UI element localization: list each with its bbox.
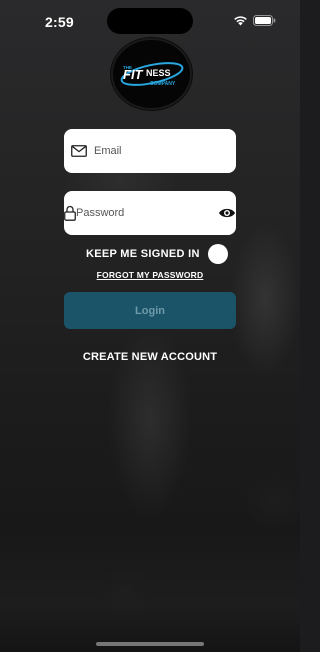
- lock-icon: [64, 205, 76, 221]
- show-password-icon[interactable]: [218, 207, 236, 219]
- email-field[interactable]: [64, 129, 236, 173]
- keep-signed-in-toggle[interactable]: [207, 244, 228, 264]
- keep-signed-in-row[interactable]: KEEP ME SIGNED IN: [86, 244, 228, 264]
- battery-icon: [253, 15, 276, 26]
- svg-text:COMPANY: COMPANY: [150, 81, 176, 87]
- logo-mark: THE FIT NESS COMPANY: [120, 62, 183, 87]
- email-input[interactable]: [94, 145, 236, 157]
- login-button[interactable]: Login: [64, 292, 236, 329]
- background-floor: [0, 532, 300, 652]
- keep-signed-in-label: KEEP ME SIGNED IN: [86, 248, 200, 260]
- wifi-icon: [234, 16, 247, 26]
- fitness-company-logo: THE FIT NESS COMPANY: [111, 38, 192, 110]
- password-input[interactable]: [76, 207, 218, 219]
- create-account-link[interactable]: CREATE NEW ACCOUNT: [0, 351, 300, 363]
- dynamic-island: [107, 8, 193, 34]
- status-icons: [233, 15, 276, 26]
- svg-text:NESS: NESS: [146, 68, 171, 78]
- status-time: 2:59: [45, 14, 74, 30]
- password-field[interactable]: [64, 191, 236, 235]
- mail-icon: [64, 145, 94, 157]
- home-indicator: [96, 642, 204, 646]
- forgot-password-link[interactable]: FORGOT MY PASSWORD: [0, 270, 300, 280]
- svg-text:FIT: FIT: [123, 67, 144, 82]
